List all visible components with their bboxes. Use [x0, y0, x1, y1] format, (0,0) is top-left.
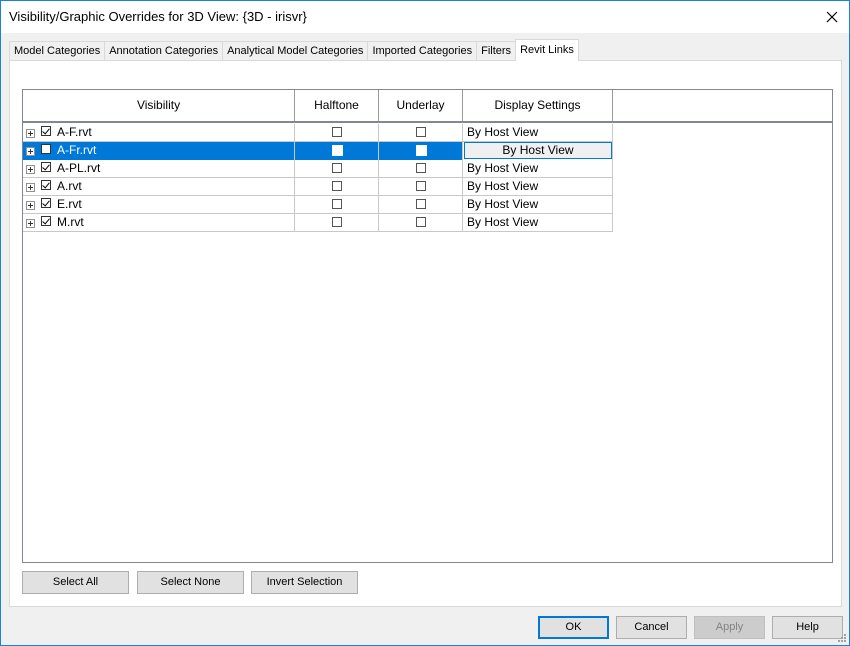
underlay-checkbox[interactable] — [416, 181, 426, 191]
links-grid: Visibility Halftone Underlay Display Set… — [22, 89, 833, 563]
expand-icon[interactable] — [26, 129, 35, 138]
halftone-checkbox[interactable] — [332, 145, 343, 156]
select-none-button[interactable]: Select None — [137, 571, 244, 594]
close-button[interactable] — [815, 1, 849, 32]
underlay-cell — [379, 124, 463, 142]
link-name: A-F.rvt — [57, 125, 92, 139]
tab-strip: Model Categories Annotation Categories A… — [9, 39, 579, 61]
visibility-cell[interactable]: A-F.rvt — [23, 124, 295, 142]
halftone-cell — [295, 196, 379, 214]
link-name: M.rvt — [57, 215, 84, 229]
halftone-cell — [295, 124, 379, 142]
visibility-checkbox[interactable] — [41, 144, 51, 154]
underlay-cell — [379, 142, 463, 160]
halftone-checkbox[interactable] — [332, 127, 342, 137]
expand-icon[interactable] — [26, 219, 35, 228]
underlay-cell — [379, 214, 463, 232]
column-header-display-settings[interactable]: Display Settings — [463, 90, 613, 121]
table-row[interactable]: M.rvt By Host View — [23, 214, 613, 232]
display-settings-cell[interactable]: By Host View — [463, 178, 613, 196]
halftone-cell — [295, 178, 379, 196]
table-row[interactable]: A-PL.rvt By Host View — [23, 160, 613, 178]
title-bar[interactable]: Visibility/Graphic Overrides for 3D View… — [1, 1, 849, 33]
underlay-cell — [379, 160, 463, 178]
display-settings-value: By Host View — [467, 161, 539, 175]
dialog-window: Visibility/Graphic Overrides for 3D View… — [0, 0, 850, 646]
expand-icon[interactable] — [26, 201, 35, 210]
visibility-checkbox[interactable] — [41, 180, 51, 190]
underlay-cell — [379, 178, 463, 196]
tab-analytical-model-categories[interactable]: Analytical Model Categories — [222, 41, 369, 61]
grid-rows: A-F.rvt By Host View A-Fr.rvt By Host Vi… — [23, 124, 613, 232]
tab-filters[interactable]: Filters — [476, 41, 517, 61]
apply-button[interactable]: Apply — [694, 616, 765, 639]
display-settings-value: By Host View — [467, 215, 539, 229]
help-button[interactable]: Help — [772, 616, 843, 639]
expand-icon[interactable] — [26, 183, 35, 192]
display-settings-value: By Host View — [467, 179, 539, 193]
underlay-checkbox[interactable] — [416, 199, 426, 209]
cancel-button[interactable]: Cancel — [616, 616, 687, 639]
table-row[interactable]: A.rvt By Host View — [23, 178, 613, 196]
tab-panel: Visibility Halftone Underlay Display Set… — [9, 60, 842, 607]
display-settings-cell[interactable]: By Host View — [463, 124, 613, 142]
column-header-underlay[interactable]: Underlay — [379, 90, 463, 121]
ok-button[interactable]: OK — [538, 616, 609, 639]
halftone-checkbox[interactable] — [332, 163, 342, 173]
underlay-checkbox[interactable] — [416, 145, 427, 156]
display-settings-cell[interactable]: By Host View — [463, 160, 613, 178]
visibility-checkbox[interactable] — [41, 126, 51, 136]
display-settings-value: By Host View — [467, 125, 539, 139]
halftone-checkbox[interactable] — [332, 181, 342, 191]
display-settings-cell[interactable]: By Host View — [463, 214, 613, 232]
grid-header: Visibility Halftone Underlay Display Set… — [23, 90, 832, 123]
halftone-checkbox[interactable] — [332, 199, 342, 209]
link-name: A-Fr.rvt — [57, 143, 97, 157]
underlay-checkbox[interactable] — [416, 217, 426, 227]
visibility-cell[interactable]: E.rvt — [23, 196, 295, 214]
underlay-checkbox[interactable] — [416, 163, 426, 173]
display-settings-cell[interactable]: By Host View — [463, 196, 613, 214]
halftone-cell — [295, 160, 379, 178]
table-row[interactable]: A-Fr.rvt By Host View — [23, 142, 613, 160]
tab-revit-links[interactable]: Revit Links — [515, 39, 579, 61]
column-header-visibility[interactable]: Visibility — [23, 90, 295, 121]
tab-model-categories[interactable]: Model Categories — [9, 41, 106, 61]
visibility-cell[interactable]: M.rvt — [23, 214, 295, 232]
underlay-cell — [379, 196, 463, 214]
visibility-cell[interactable]: A.rvt — [23, 178, 295, 196]
table-row[interactable]: E.rvt By Host View — [23, 196, 613, 214]
link-name: A-PL.rvt — [57, 161, 101, 175]
close-icon — [826, 11, 838, 22]
visibility-cell[interactable]: A-Fr.rvt — [23, 142, 295, 160]
display-settings-cell[interactable]: By Host View — [463, 142, 613, 160]
visibility-checkbox[interactable] — [41, 198, 51, 208]
invert-selection-button[interactable]: Invert Selection — [251, 571, 358, 594]
dialog-title: Visibility/Graphic Overrides for 3D View… — [9, 9, 307, 24]
visibility-cell[interactable]: A-PL.rvt — [23, 160, 295, 178]
halftone-cell — [295, 214, 379, 232]
visibility-checkbox[interactable] — [41, 162, 51, 172]
visibility-checkbox[interactable] — [41, 216, 51, 226]
tab-annotation-categories[interactable]: Annotation Categories — [104, 41, 224, 61]
tab-imported-categories[interactable]: Imported Categories — [367, 41, 478, 61]
select-all-button[interactable]: Select All — [22, 571, 129, 594]
halftone-cell — [295, 142, 379, 160]
link-name: A.rvt — [57, 179, 82, 193]
halftone-checkbox[interactable] — [332, 217, 342, 227]
table-row[interactable]: A-F.rvt By Host View — [23, 124, 613, 142]
underlay-checkbox[interactable] — [416, 127, 426, 137]
expand-icon[interactable] — [26, 165, 35, 174]
display-settings-value: By Host View — [467, 197, 539, 211]
display-settings-button[interactable]: By Host View — [464, 142, 612, 159]
expand-icon[interactable] — [26, 147, 35, 156]
column-header-halftone[interactable]: Halftone — [295, 90, 379, 121]
resize-grip-icon[interactable] — [837, 633, 847, 643]
link-name: E.rvt — [57, 197, 82, 211]
